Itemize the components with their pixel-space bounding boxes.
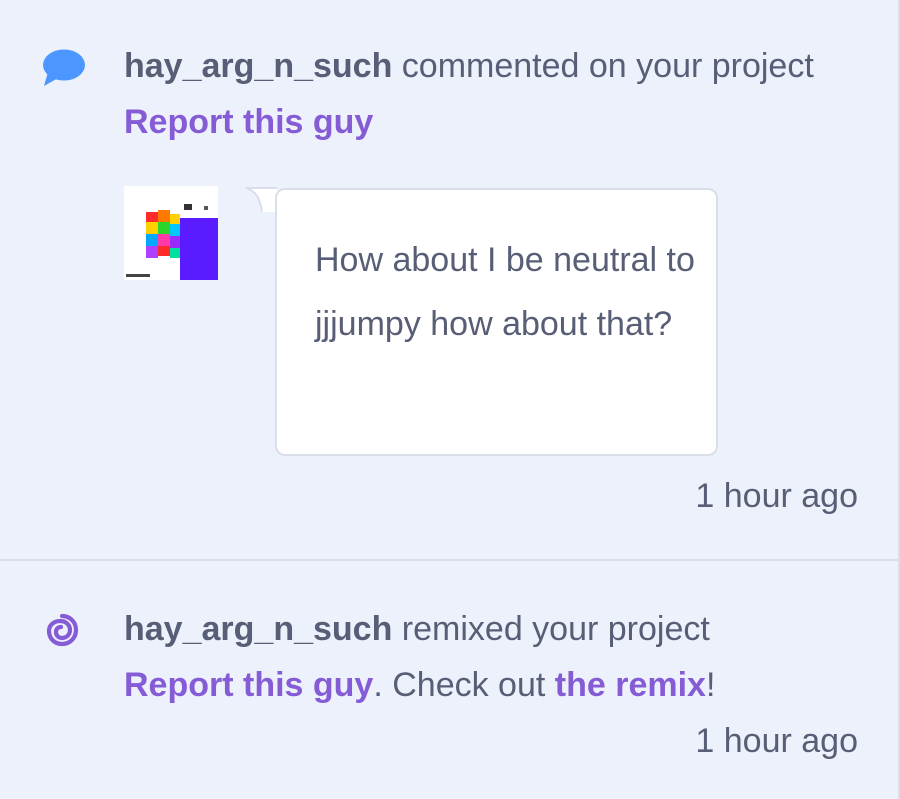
project-thumbnail[interactable] [124, 186, 218, 280]
notification-action: remixed your project [392, 610, 710, 648]
exclaim-text: ! [705, 666, 716, 704]
comment-text: How about I be neutral to jjjumpy how ab… [315, 241, 695, 343]
report-line: Report this guy [124, 102, 373, 142]
remix-icon [46, 613, 79, 647]
report-line: Report this guy. Check out the remix! [124, 665, 715, 705]
comment-icon [43, 49, 85, 86]
check-out-text: . Check out [373, 666, 555, 704]
username-link[interactable]: hay_arg_n_such [124, 610, 392, 648]
notification-headline: hay_arg_n_such remixed your project [124, 609, 710, 649]
notifications-panel: hay_arg_n_such commented on your project… [0, 0, 900, 799]
username-link[interactable]: hay_arg_n_such [124, 47, 392, 85]
timestamp: 1 hour ago [695, 477, 858, 515]
remix-link[interactable]: the remix [555, 666, 706, 704]
notification-comment: hay_arg_n_such commented on your project… [0, 0, 898, 561]
comment-bubble: How about I be neutral to jjjumpy how ab… [275, 188, 718, 456]
notification-headline: hay_arg_n_such commented on your project [124, 46, 814, 86]
report-link[interactable]: Report this guy [124, 103, 373, 141]
report-link[interactable]: Report this guy [124, 666, 373, 704]
notification-action: commented on your project [392, 47, 814, 85]
timestamp: 1 hour ago [695, 722, 858, 760]
